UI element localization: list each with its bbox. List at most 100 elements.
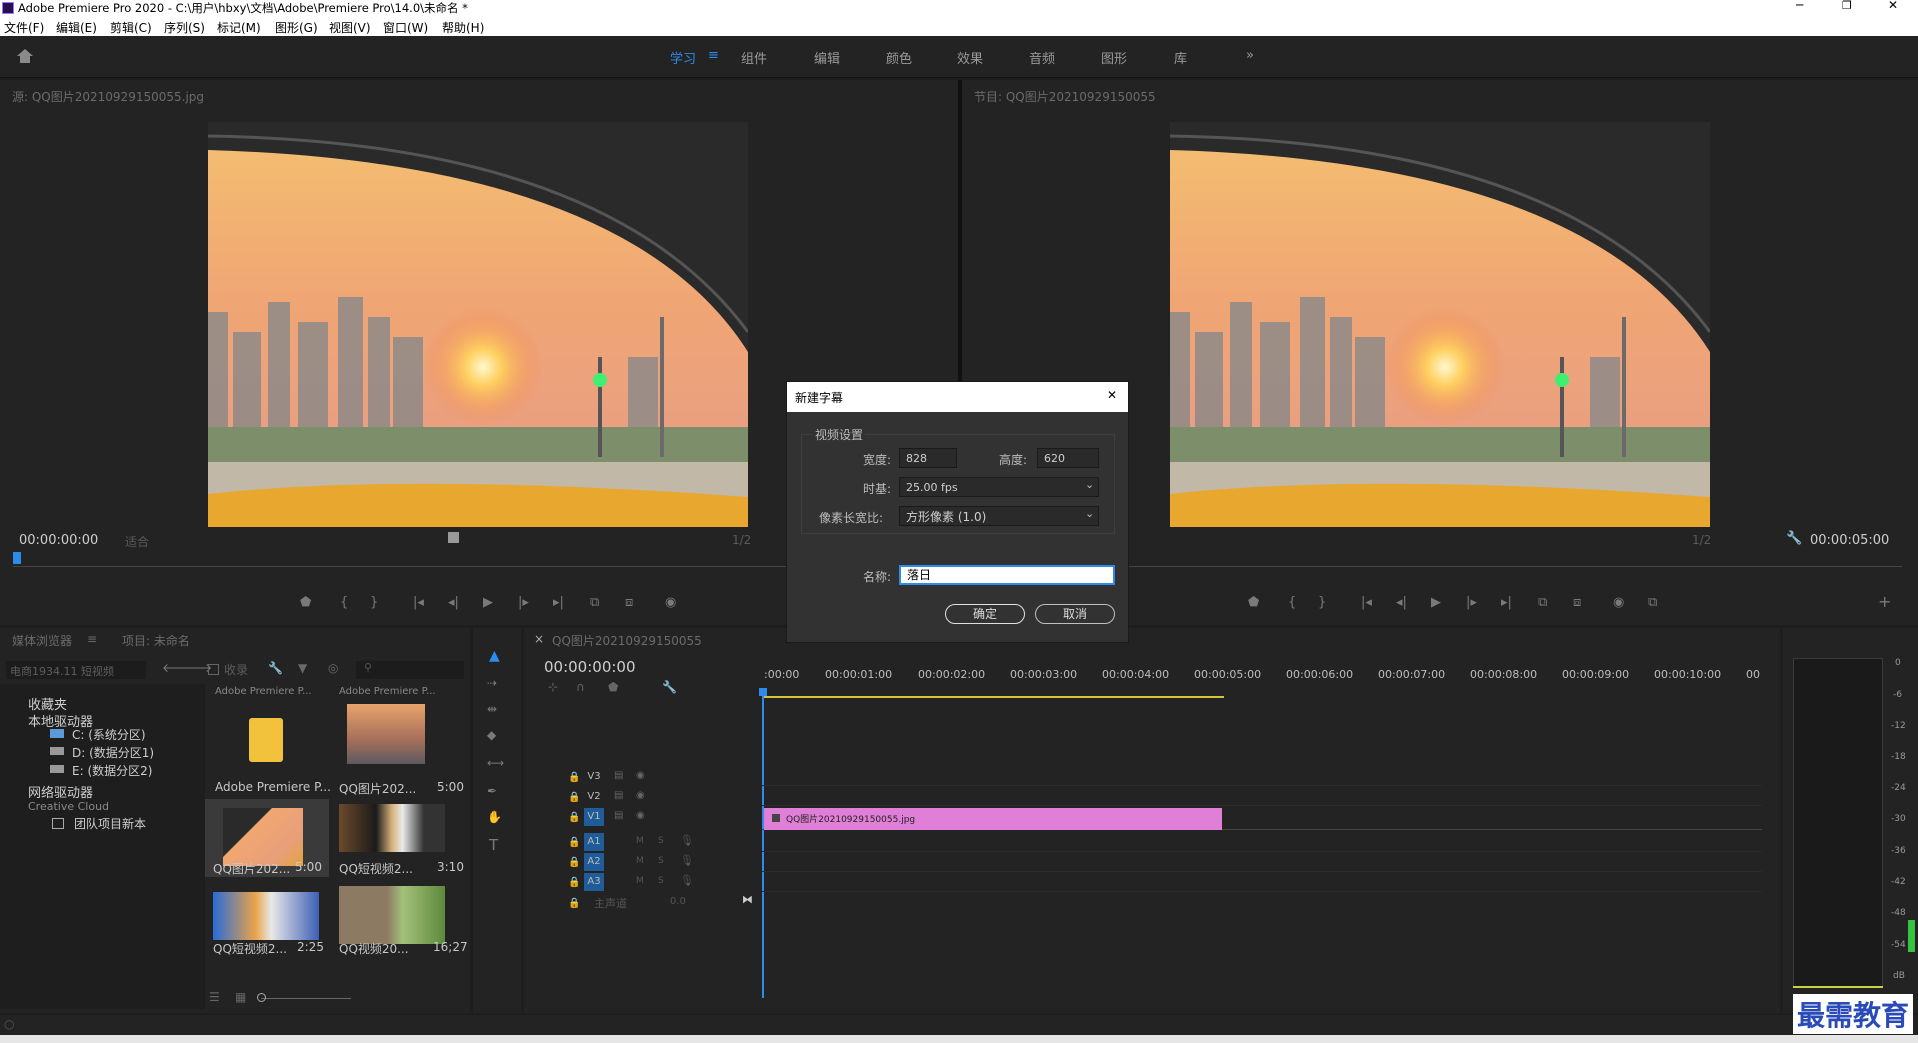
- step-forward-icon[interactable]: |▸: [518, 595, 529, 610]
- source-timecode[interactable]: 00:00:00:00: [19, 533, 98, 548]
- menu-graphics[interactable]: 图形(G): [275, 19, 318, 36]
- program-play-icon[interactable]: ▶: [1431, 595, 1441, 610]
- track-label-a1[interactable]: A1: [584, 833, 604, 851]
- add-marker-icon[interactable]: ⬟: [300, 595, 311, 610]
- ingest-settings-icon[interactable]: 🔧: [268, 661, 283, 675]
- timebase-chevron-down-icon[interactable]: ⌄: [1085, 478, 1094, 491]
- track-label-v3[interactable]: V3: [584, 768, 604, 786]
- insert-icon[interactable]: ⧉: [590, 595, 599, 610]
- cancel-button[interactable]: 取消: [1035, 604, 1115, 624]
- filter-icon[interactable]: ▼: [298, 661, 307, 675]
- ingest-checkbox[interactable]: [208, 664, 219, 675]
- height-field[interactable]: 620: [1037, 448, 1099, 468]
- tab-graphics[interactable]: 图形: [1101, 48, 1127, 67]
- tab-learn[interactable]: 学习: [670, 48, 696, 67]
- lock-icon[interactable]: 🔒: [568, 857, 580, 868]
- thumb-image-sunset[interactable]: [347, 704, 425, 764]
- solo-button[interactable]: S: [658, 856, 664, 866]
- ripple-edit-tool-icon[interactable]: ⇹: [487, 702, 497, 716]
- tree-drive-d[interactable]: D: (数据分区1): [72, 744, 154, 761]
- icon-view-icon[interactable]: ▦: [235, 990, 246, 1004]
- workspace-menu-icon[interactable]: ≡: [708, 48, 719, 63]
- go-to-out-icon[interactable]: ▸|: [553, 595, 564, 610]
- program-add-marker-icon[interactable]: ⬟: [1248, 595, 1259, 610]
- wrench-icon[interactable]: 🔧: [1786, 531, 1802, 546]
- search-input[interactable]: [356, 661, 464, 679]
- track-lane-a2[interactable]: [762, 852, 1762, 872]
- timeline-clip[interactable]: QQ图片20210929150055.jpg: [764, 808, 1222, 830]
- lock-icon[interactable]: 🔒: [568, 792, 580, 803]
- pixel-aspect-chevron-down-icon[interactable]: ⌄: [1085, 507, 1094, 520]
- path-select[interactable]: 电商1934.11 短视频: [6, 661, 146, 679]
- ok-button[interactable]: 确定: [945, 604, 1025, 624]
- menu-marker[interactable]: 标记(M): [217, 19, 261, 36]
- time-ruler[interactable]: :00:00 00:00:01:00 00:00:02:00 00:00:03:…: [762, 666, 1762, 700]
- track-lane-v3[interactable]: [762, 766, 1762, 786]
- lock-icon[interactable]: 🔒: [568, 812, 580, 823]
- mark-out-icon[interactable]: }: [370, 595, 378, 610]
- pen-tool-icon[interactable]: ✒: [487, 784, 497, 798]
- name-field[interactable]: 落日: [899, 565, 1115, 585]
- mic-icon[interactable]: 🎙: [680, 854, 694, 867]
- dialog-close-button[interactable]: ✕: [1107, 388, 1117, 402]
- work-area-bar[interactable]: [764, 696, 1224, 698]
- step-back-icon[interactable]: ◂|: [448, 595, 459, 610]
- source-monitor-title[interactable]: 源: QQ图片20210929150055.jpg: [12, 88, 204, 105]
- menu-view[interactable]: 视图(V): [329, 19, 371, 36]
- width-field[interactable]: 828: [899, 448, 957, 468]
- project-tab[interactable]: 项目: 未命名: [122, 632, 190, 649]
- solo-button[interactable]: S: [658, 836, 664, 846]
- hand-tool-icon[interactable]: ✋: [487, 810, 502, 824]
- master-track-end-icon[interactable]: ⧓: [742, 893, 753, 906]
- tab-editing[interactable]: 编辑: [814, 48, 840, 67]
- timeline-close-icon[interactable]: ×: [534, 632, 544, 646]
- zoom-slider[interactable]: [261, 998, 351, 999]
- tree-network-drives[interactable]: 网络驱动器: [28, 782, 93, 801]
- source-fit-select[interactable]: 适合: [125, 533, 205, 550]
- lock-icon[interactable]: 🔒: [568, 898, 580, 909]
- master-volume[interactable]: 0.0: [670, 896, 686, 907]
- track-label-a2[interactable]: A2: [584, 853, 604, 871]
- program-mark-in-icon[interactable]: {: [1288, 595, 1296, 610]
- go-to-in-icon[interactable]: |◂: [413, 595, 424, 610]
- tree-drive-c[interactable]: C: (系统分区): [72, 726, 146, 743]
- thumb-video-2[interactable]: [213, 892, 319, 940]
- close-button[interactable]: ✕: [1888, 0, 1898, 12]
- menu-help[interactable]: 帮助(H): [442, 19, 484, 36]
- linked-selection-icon[interactable]: ∩: [576, 680, 585, 694]
- comparison-view-icon[interactable]: ⧉: [1648, 595, 1657, 610]
- program-step-back-icon[interactable]: ◂|: [1396, 595, 1407, 610]
- button-editor-icon[interactable]: +: [1878, 592, 1891, 611]
- track-select-tool-icon[interactable]: ⇢: [487, 676, 497, 690]
- mute-button[interactable]: M: [636, 876, 644, 886]
- extract-icon[interactable]: ⧈: [1573, 595, 1581, 610]
- track-lane-a3[interactable]: [762, 872, 1762, 892]
- tab-effects[interactable]: 效果: [957, 48, 983, 67]
- program-mark-out-icon[interactable]: }: [1318, 595, 1326, 610]
- mic-icon[interactable]: 🎙: [680, 834, 694, 847]
- list-view-icon[interactable]: ☰: [209, 990, 220, 1004]
- program-monitor-title[interactable]: 节目: QQ图片20210929150055: [974, 88, 1156, 105]
- program-go-to-out-icon[interactable]: ▸|: [1501, 595, 1512, 610]
- type-tool-icon[interactable]: T: [489, 836, 498, 854]
- source-ratio-select[interactable]: 1/2: [732, 533, 751, 547]
- program-ratio-select[interactable]: 1/2: [1692, 533, 1711, 547]
- overwrite-icon[interactable]: ⧈: [625, 595, 633, 610]
- source-settings-icon[interactable]: [448, 532, 459, 543]
- program-timecode[interactable]: 00:00:05:00: [1810, 533, 1889, 548]
- menu-clip[interactable]: 剪辑(C): [110, 19, 152, 36]
- program-step-forward-icon[interactable]: |▸: [1466, 595, 1477, 610]
- pixel-aspect-select[interactable]: 方形像素 (1.0): [899, 506, 1099, 526]
- menu-window[interactable]: 窗口(W): [383, 19, 428, 36]
- export-frame-icon[interactable]: ◉: [665, 595, 676, 610]
- slip-tool-icon[interactable]: ⟷: [487, 756, 504, 770]
- view-icon[interactable]: ◎: [328, 661, 338, 675]
- timeline-settings-icon[interactable]: 🔧: [662, 680, 677, 694]
- play-icon[interactable]: ▶: [483, 595, 493, 610]
- tab-assembly[interactable]: 组件: [741, 48, 767, 67]
- timeline-tab[interactable]: QQ图片20210929150055: [552, 632, 702, 649]
- lift-icon[interactable]: ⧉: [1538, 595, 1547, 610]
- tab-color[interactable]: 颜色: [886, 48, 912, 67]
- snap-icon[interactable]: ⊹: [548, 680, 558, 694]
- zoom-slider-handle-icon[interactable]: [257, 993, 266, 1002]
